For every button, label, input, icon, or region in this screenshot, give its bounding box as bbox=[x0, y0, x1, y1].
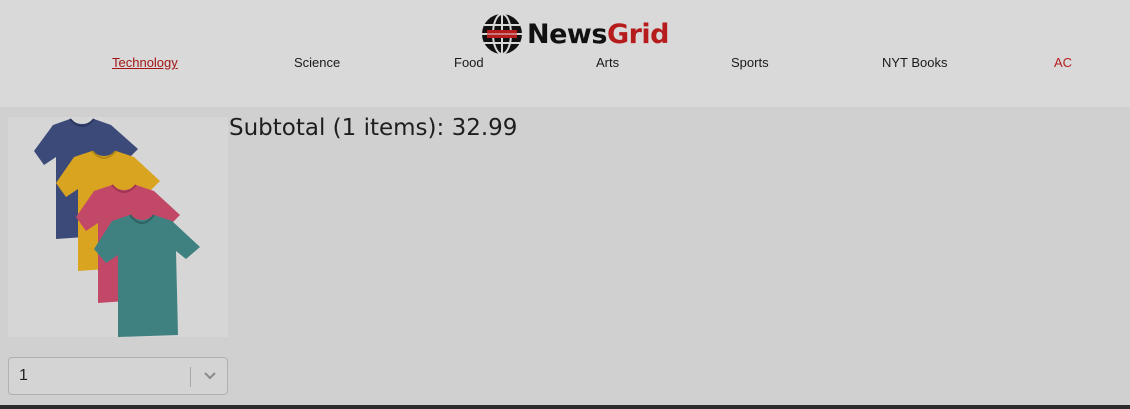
nav-item-food[interactable]: Food bbox=[454, 55, 484, 70]
nav-item-technology[interactable]: Technology bbox=[112, 55, 178, 70]
nav-item-science[interactable]: Science bbox=[294, 55, 340, 70]
chevron-down-icon[interactable] bbox=[203, 371, 217, 381]
quantity-select[interactable]: 1 bbox=[8, 357, 228, 395]
footer-bar bbox=[0, 405, 1130, 409]
product-image bbox=[8, 117, 228, 337]
nav-item-sports[interactable]: Sports bbox=[731, 55, 769, 70]
select-divider bbox=[190, 367, 191, 387]
site-logo[interactable]: NewsGrid bbox=[481, 12, 670, 56]
brand-news-text: News bbox=[527, 18, 607, 50]
brand-name: NewsGrid bbox=[527, 18, 670, 50]
site-header: NewsGrid Technology Science Food Arts Sp… bbox=[0, 0, 1130, 107]
quantity-value: 1 bbox=[19, 367, 28, 384]
cart-subtotal: Subtotal (1 items): 32.99 bbox=[229, 115, 518, 141]
main-nav: Technology Science Food Arts Sports NYT … bbox=[0, 55, 1130, 73]
brand-grid-text: Grid bbox=[606, 18, 670, 50]
nav-item-nyt-books[interactable]: NYT Books bbox=[882, 55, 948, 70]
tshirts-image bbox=[34, 118, 200, 337]
globe-icon bbox=[482, 13, 522, 55]
user-avatar-initials[interactable]: AC bbox=[1054, 55, 1072, 70]
nav-item-arts[interactable]: Arts bbox=[596, 55, 619, 70]
